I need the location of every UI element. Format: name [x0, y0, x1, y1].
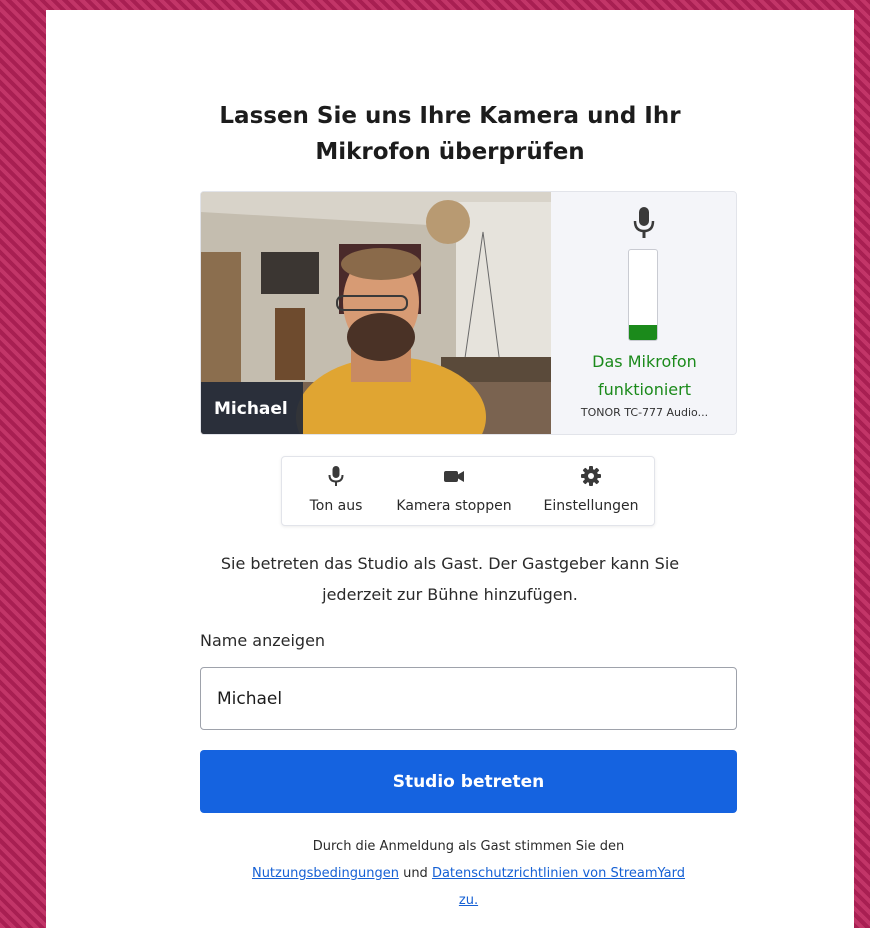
microphone-status: Das Mikrofon funktioniert: [551, 348, 736, 404]
privacy-policy-link[interactable]: Datenschutzrichtlinien von StreamYard: [432, 866, 685, 881]
device-preview: Michael Das Mikrofon funktioniert TONOR …: [200, 191, 737, 435]
terms-notice: Durch die Anmeldung als Gast stimmen Sie…: [200, 833, 737, 914]
page-title-line2: Mikrofon überprüfen: [315, 139, 585, 165]
privacy-policy-link-end[interactable]: zu.: [459, 893, 478, 908]
settings-button-label: Einstellungen: [543, 498, 639, 514]
mute-button[interactable]: Ton aus: [292, 457, 380, 525]
microphone-panel: Das Mikrofon funktioniert TONOR TC-777 A…: [551, 192, 736, 434]
microphone-level-fill: [629, 324, 657, 340]
guest-info-line2: jederzeit zur Bühne hinzufügen.: [322, 585, 578, 604]
media-controls: Ton aus Kamera stoppen Einstellungen: [281, 456, 655, 526]
terms-of-use-link[interactable]: Nutzungsbedingungen: [252, 866, 399, 881]
stop-camera-button-label: Kamera stoppen: [396, 498, 512, 514]
guest-info-text: Sie betreten das Studio als Gast. Der Ga…: [46, 548, 854, 610]
join-card: Lassen Sie uns Ihre Kamera und Ihr Mikro…: [46, 10, 854, 928]
microphone-device-name: TONOR TC-777 Audio...: [580, 406, 709, 419]
video-camera-icon: [444, 471, 464, 482]
camera-preview: Michael: [201, 192, 551, 434]
terms-and-text: und: [403, 866, 428, 881]
terms-prefix: Durch die Anmeldung als Gast stimmen Sie…: [312, 839, 625, 854]
microphone-icon: [633, 207, 655, 238]
page-title: Lassen Sie uns Ihre Kamera und Ihr Mikro…: [46, 98, 854, 170]
microphone-level-meter: [628, 249, 658, 341]
guest-info-line1: Sie betreten das Studio als Gast. Der Ga…: [220, 554, 680, 573]
microphone-status-line1: Das Mikrofon: [592, 352, 697, 371]
join-studio-button[interactable]: Studio betreten: [200, 750, 737, 813]
display-name-label: Name anzeigen: [200, 631, 326, 650]
camera-name-tag: Michael: [201, 382, 303, 434]
mute-button-label: Ton aus: [309, 498, 363, 514]
microphone-icon: [328, 466, 344, 486]
gear-icon: [581, 466, 601, 486]
settings-button[interactable]: Einstellungen: [534, 457, 648, 525]
display-name-input[interactable]: [200, 667, 737, 730]
page-title-line1: Lassen Sie uns Ihre Kamera und Ihr: [219, 103, 681, 129]
microphone-status-line2: funktioniert: [598, 380, 691, 399]
stop-camera-button[interactable]: Kamera stoppen: [386, 457, 522, 525]
